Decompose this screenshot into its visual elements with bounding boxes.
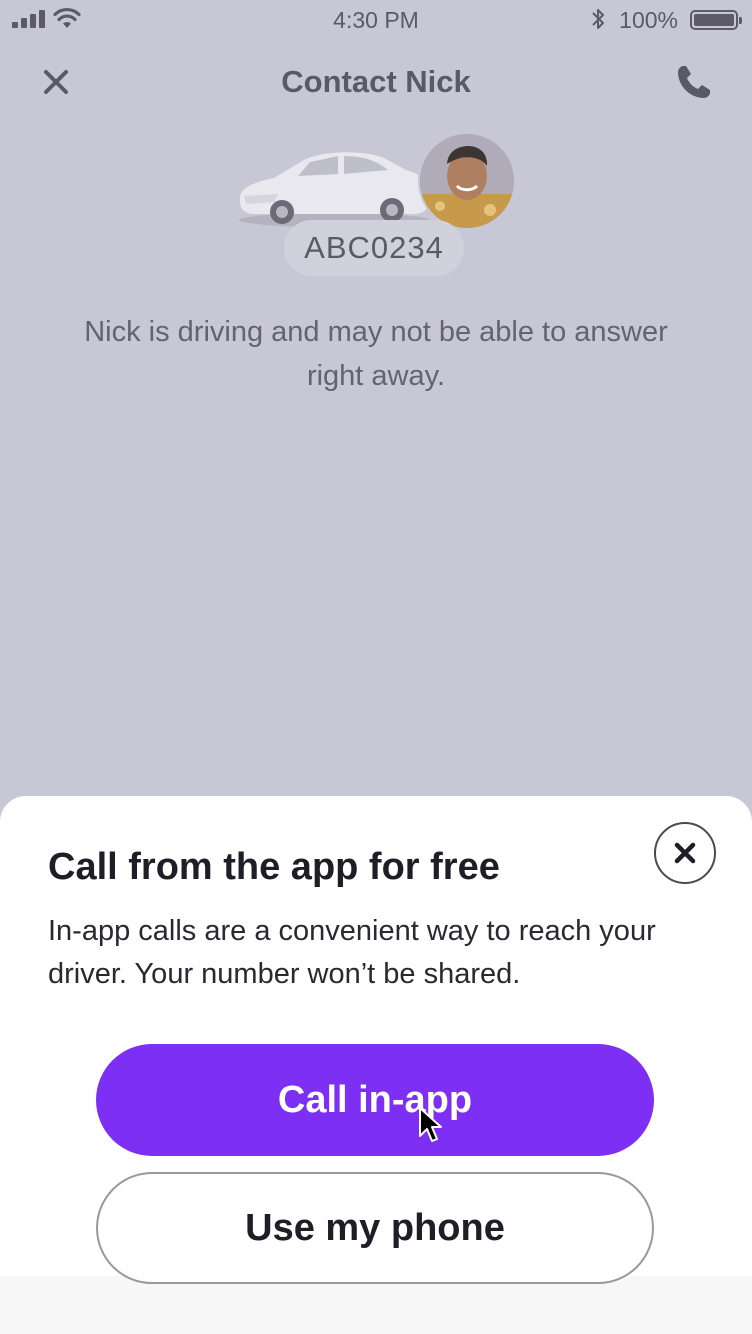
phone-icon[interactable] bbox=[674, 62, 714, 102]
license-plate: ABC0234 bbox=[284, 220, 464, 276]
page-title: Contact Nick bbox=[281, 64, 471, 99]
bluetooth-icon bbox=[592, 9, 604, 29]
battery-icon bbox=[690, 10, 742, 30]
driver-status-message: Nick is driving and may not be able to a… bbox=[84, 316, 668, 392]
sheet-title: Call from the app for free bbox=[48, 846, 500, 888]
status-bar: 4:30 PM 100% bbox=[0, 0, 752, 40]
call-in-app-button[interactable]: Call in-app bbox=[96, 1044, 654, 1156]
car-image bbox=[239, 152, 429, 227]
use-my-phone-button[interactable]: Use my phone bbox=[96, 1172, 654, 1284]
battery-percentage: 100% bbox=[619, 7, 678, 33]
mouse-cursor-icon bbox=[419, 1107, 442, 1142]
driver-avatar bbox=[418, 132, 516, 230]
sheet-close-button[interactable] bbox=[654, 822, 716, 884]
close-icon bbox=[674, 842, 696, 864]
sheet-footer bbox=[0, 1276, 752, 1334]
sheet-description: In-app calls are a convenient way to rea… bbox=[48, 915, 656, 990]
